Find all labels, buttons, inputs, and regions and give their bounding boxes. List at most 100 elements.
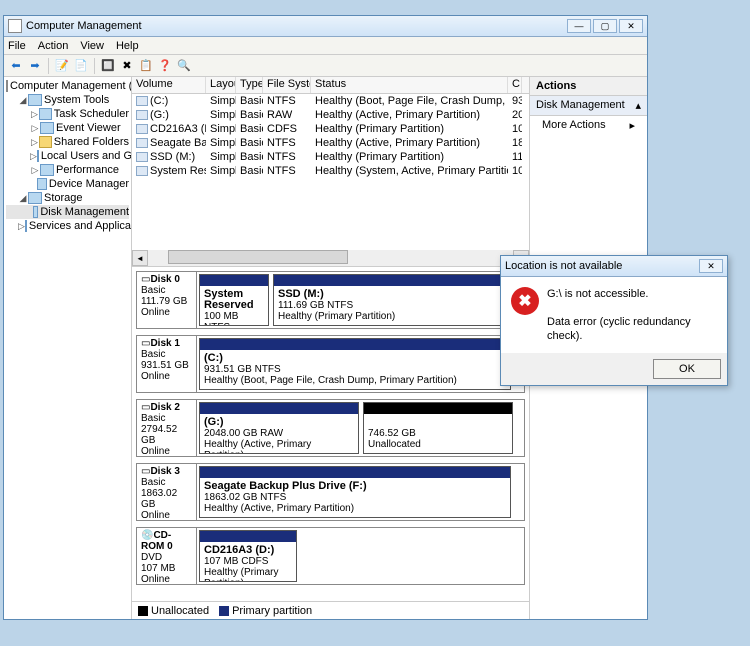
storage-icon [28,192,42,204]
perf-icon [40,164,54,176]
col-fs[interactable]: File System [263,77,311,93]
volume-row[interactable]: SSD (M:) Simple Basic NTFS Healthy (Prim… [132,150,529,164]
partition[interactable]: SSD (M:)111.69 GB NTFSHealthy (Primary P… [273,274,513,326]
dialog-line1: G:\ is not accessible. [547,287,717,301]
menubar: File Action View Help [4,37,647,55]
scroll-left-button[interactable]: ◄ [132,250,148,266]
collapse-icon[interactable]: ▴ [635,99,641,112]
tree-pane[interactable]: Computer Management (Local) ◢System Tool… [4,77,132,619]
tree-services[interactable]: Services and Applications [29,220,132,232]
volume-icon [136,110,148,120]
disk-label: ▭Disk 3Basic1863.02 GBOnline [137,464,197,520]
disk-block[interactable]: ▭Disk 1Basic931.51 GBOnline (C:)931.51 G… [136,335,525,393]
scheduler-icon [39,108,52,120]
tree-device-manager[interactable]: Device Manager [49,178,129,190]
h-scrollbar[interactable]: ◄ ► [132,250,529,266]
volume-row[interactable]: System Reserved Simple Basic NTFS Health… [132,164,529,178]
close-button[interactable]: ✕ [619,19,643,33]
folder-icon [39,136,52,148]
volume-row[interactable]: CD216A3 (D:) Simple Basic CDFS Healthy (… [132,122,529,136]
dialog-close-button[interactable]: ✕ [699,259,723,273]
app-icon [8,19,22,33]
toolbar-btn[interactable]: 📄 [73,58,89,74]
refresh-button[interactable]: 🔲 [100,58,116,74]
computer-icon [6,80,8,92]
tree-storage[interactable]: Storage [44,192,83,204]
col-type[interactable]: Type [236,77,263,93]
maximize-button[interactable]: ▢ [593,19,617,33]
partition[interactable]: (G:)2048.00 GB RAWHealthy (Active, Prima… [199,402,359,454]
disk-block[interactable]: 💿CD-ROM 0DVD107 MBOnline CD216A3 (D:)107… [136,527,525,585]
tree-root[interactable]: Computer Management (Local) [10,80,132,92]
scroll-thumb[interactable] [168,250,348,264]
menu-action[interactable]: Action [38,40,69,52]
titlebar[interactable]: Computer Management — ▢ ✕ [4,16,647,37]
actions-more[interactable]: More Actions▸ [530,116,647,135]
volume-row[interactable]: (G:) Simple Basic RAW Healthy (Active, P… [132,108,529,122]
disk-block[interactable]: ▭Disk 0Basic111.79 GBOnline System Reser… [136,271,525,329]
disk-label: ▭Disk 1Basic931.51 GBOnline [137,336,197,392]
volume-row[interactable]: (C:) Simple Basic NTFS Healthy (Boot, Pa… [132,94,529,108]
disk-graphic-pane[interactable]: ▭Disk 0Basic111.79 GBOnline System Reser… [132,267,529,601]
legend-primary: Primary partition [232,605,312,617]
partition[interactable]: Seagate Backup Plus Drive (F:)1863.02 GB… [199,466,511,518]
tools-icon [28,94,42,106]
services-icon [25,220,27,232]
legend: Unallocated Primary partition [132,601,529,619]
volume-icon [136,124,148,134]
users-icon [37,150,39,162]
col-status[interactable]: Status [311,77,508,93]
tree-disk-management[interactable]: Disk Management [40,206,129,218]
legend-swatch-blue [219,606,229,616]
event-icon [40,122,54,134]
volume-header[interactable]: Volume Layout Type File System Status C [132,77,529,94]
dialog-line2: Data error (cyclic redundancy check). [547,315,717,343]
col-c[interactable]: C [508,77,522,93]
legend-swatch-black [138,606,148,616]
col-volume[interactable]: Volume [132,77,206,93]
error-icon: ✖ [511,287,539,315]
tree-local-users[interactable]: Local Users and Groups [41,150,132,162]
disk-label: ▭Disk 0Basic111.79 GBOnline [137,272,197,328]
volume-icon [136,138,148,148]
volume-icon [136,166,148,176]
actions-dm[interactable]: Disk Management▴ [530,96,647,116]
disk-block[interactable]: ▭Disk 3Basic1863.02 GBOnline Seagate Bac… [136,463,525,521]
back-button[interactable]: ⬅ [8,58,24,74]
tree-task-scheduler[interactable]: Task Scheduler [54,108,129,120]
help-button[interactable]: ❓ [157,58,173,74]
partition[interactable]: CD216A3 (D:)107 MB CDFSHealthy (Primary … [199,530,297,582]
disk-icon [33,206,38,218]
minimize-button[interactable]: — [567,19,591,33]
toolbar-btn[interactable]: 📝 [54,58,70,74]
actions-header: Actions [530,77,647,96]
disk-label: ▭Disk 2Basic2794.52 GBOnline [137,400,197,456]
delete-button[interactable]: ✖ [119,58,135,74]
forward-button[interactable]: ➡ [27,58,43,74]
tree-system-tools[interactable]: System Tools [44,94,109,106]
volume-icon [136,152,148,162]
legend-unallocated: Unallocated [151,605,209,617]
tree-performance[interactable]: Performance [56,164,119,176]
col-layout[interactable]: Layout [206,77,236,93]
ok-button[interactable]: OK [653,359,721,379]
menu-file[interactable]: File [8,40,26,52]
error-dialog: Location is not available ✕ ✖ G:\ is not… [500,255,728,386]
volume-row[interactable]: Seagate Backu... Simple Basic NTFS Healt… [132,136,529,150]
disk-block[interactable]: ▭Disk 2Basic2794.52 GBOnline (G:)2048.00… [136,399,525,457]
chevron-right-icon: ▸ [629,119,635,132]
tree-event-viewer[interactable]: Event Viewer [56,122,121,134]
menu-help[interactable]: Help [116,40,139,52]
partition[interactable]: System Reserved100 MB NTFSHealthy (Syste… [199,274,269,326]
volume-list[interactable]: Volume Layout Type File System Status C … [132,77,529,267]
dialog-titlebar[interactable]: Location is not available ✕ [501,256,727,277]
device-icon [37,178,47,190]
partition[interactable]: (C:)931.51 GB NTFSHealthy (Boot, Page Fi… [199,338,511,390]
dialog-text: G:\ is not accessible. Data error (cycli… [547,287,717,343]
menu-view[interactable]: View [80,40,104,52]
toolbar: ⬅ ➡ 📝 📄 🔲 ✖ 📋 ❓ 🔍 [4,55,647,77]
partition[interactable]: 746.52 GBUnallocated [363,402,513,454]
toolbar-btn[interactable]: 🔍 [176,58,192,74]
tree-shared-folders[interactable]: Shared Folders [54,136,129,148]
properties-button[interactable]: 📋 [138,58,154,74]
